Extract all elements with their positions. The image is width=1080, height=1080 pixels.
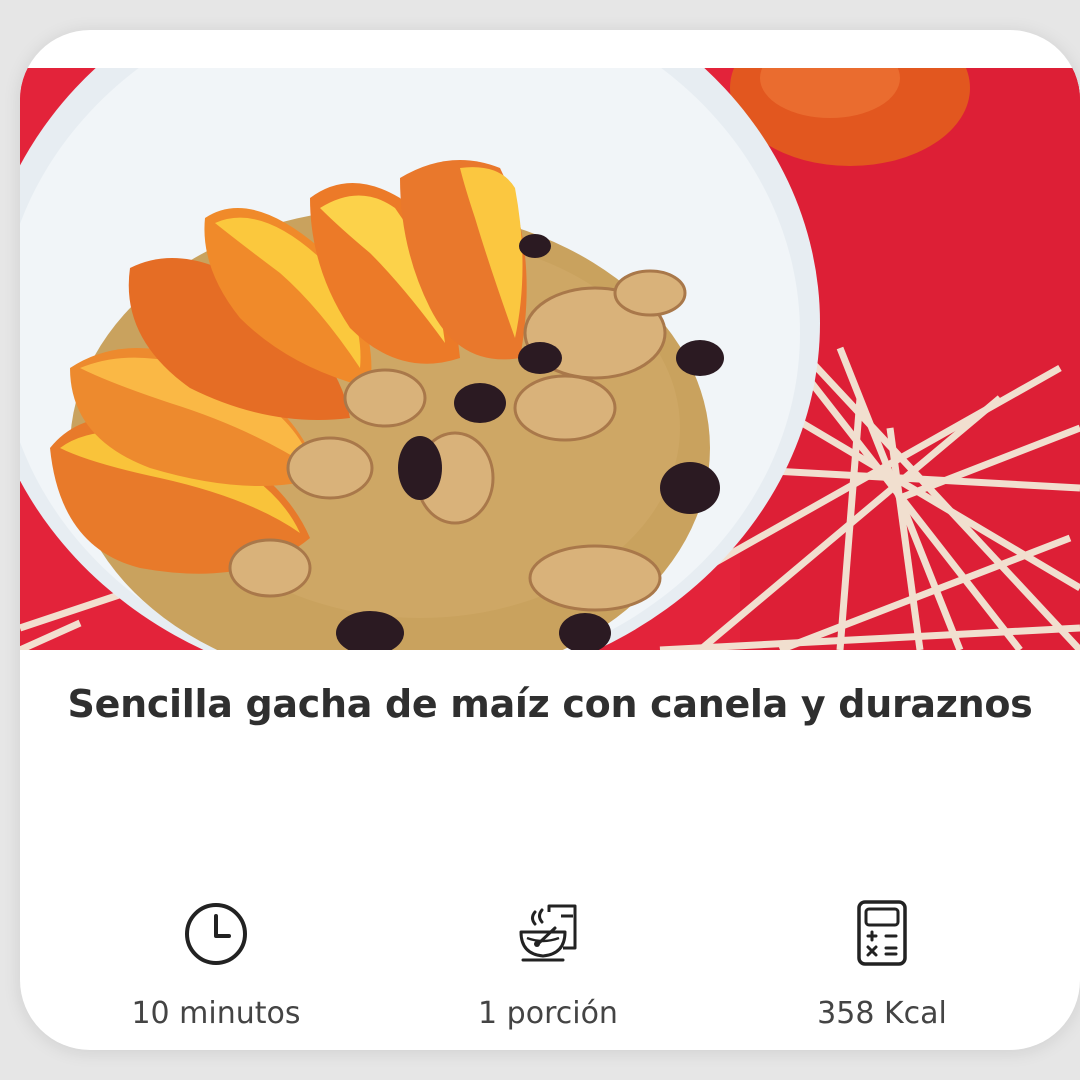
- recipe-photo-illustration: [20, 68, 1080, 650]
- stat-servings-label: 1 porción: [478, 996, 618, 1031]
- stat-time: 10 minutos: [66, 898, 366, 1031]
- stat-servings: 1 porción: [398, 898, 698, 1031]
- bowl-serving-icon: [519, 904, 577, 962]
- recipe-photo[interactable]: [20, 68, 1080, 650]
- stat-calories: 358 Kcal: [732, 898, 1032, 1031]
- recipe-card[interactable]: Sencilla gacha de maíz con canela y dura…: [20, 30, 1080, 1050]
- clock-icon: [185, 903, 247, 965]
- page-background: Sencilla gacha de maíz con canela y dura…: [0, 0, 1080, 1080]
- calculator-icon: [857, 900, 907, 966]
- recipe-title[interactable]: Sencilla gacha de maíz con canela y dura…: [20, 682, 1080, 726]
- recipe-stats: 10 minutos 1 porción 358 Kcal: [20, 898, 1080, 1038]
- stat-calories-label: 358 Kcal: [817, 996, 947, 1031]
- stat-time-label: 10 minutos: [131, 996, 301, 1031]
